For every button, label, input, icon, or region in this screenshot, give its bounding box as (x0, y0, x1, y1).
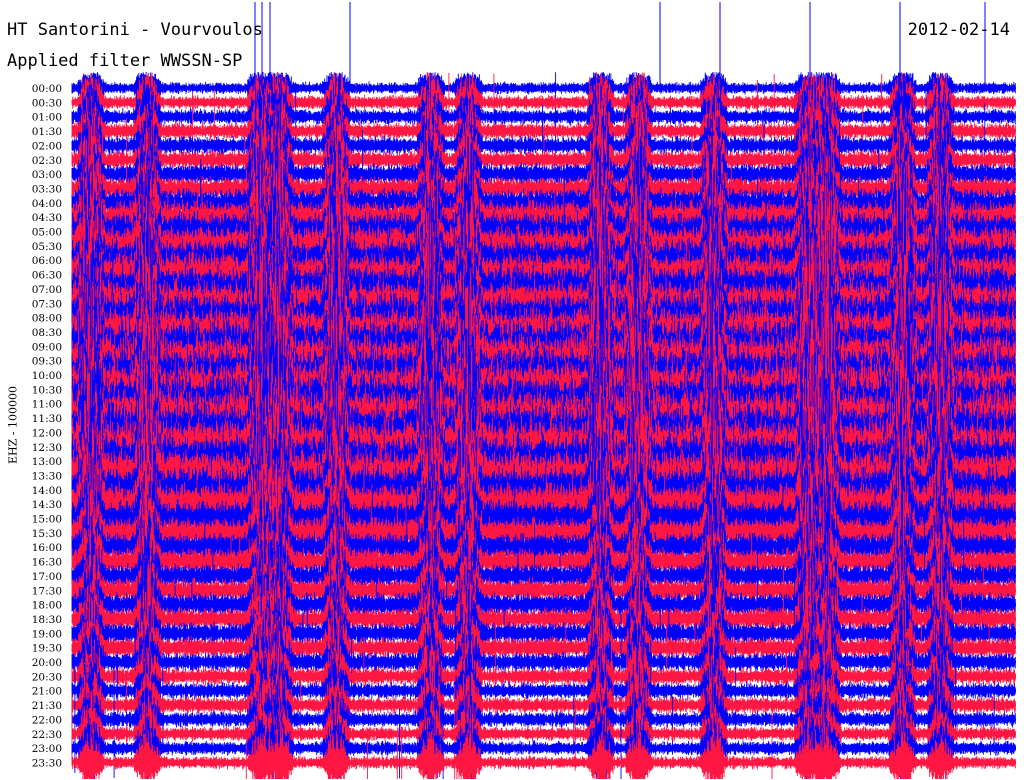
row-time-label: 15:00 (32, 514, 62, 526)
row-time-label: 02:00 (32, 140, 62, 152)
station-title: HT Santorini - Vourvoulos (7, 20, 263, 40)
row-time-label: 03:30 (32, 183, 62, 195)
channel-label: EHZ - 100000 (6, 386, 20, 464)
row-time-label: 02:30 (32, 155, 62, 167)
row-time-label: 14:30 (32, 499, 62, 511)
row-time-label: 00:00 (32, 83, 62, 95)
row-time-label: 23:00 (32, 743, 62, 755)
filter-label: Applied filter WWSSN-SP (7, 51, 243, 71)
row-time-label: 05:30 (32, 241, 62, 253)
row-time-label: 21:30 (32, 700, 62, 712)
row-time-label: 23:30 (32, 757, 62, 769)
row-time-label: 09:00 (32, 341, 62, 353)
row-time-label: 01:30 (32, 126, 62, 138)
row-time-label: 17:00 (32, 571, 62, 583)
date-label: 2012-02-14 (907, 20, 1010, 40)
row-time-label: 22:30 (32, 729, 62, 741)
row-time-label: 12:00 (32, 427, 62, 439)
row-time-label: 00:30 (32, 97, 62, 109)
row-time-label: 16:00 (32, 542, 62, 554)
row-time-label: 20:00 (32, 657, 62, 669)
row-time-label: 20:30 (32, 671, 62, 683)
row-time-label: 19:30 (32, 643, 62, 655)
row-time-label: 04:30 (32, 212, 62, 224)
row-time-label: 10:00 (32, 370, 62, 382)
row-time-label: 15:30 (32, 528, 62, 540)
row-time-label: 07:00 (32, 284, 62, 296)
row-time-label: 08:00 (32, 313, 62, 325)
row-time-label: 11:00 (32, 399, 62, 411)
row-time-label: 18:00 (32, 600, 62, 612)
row-time-label: 06:00 (32, 255, 62, 267)
row-time-label: 13:00 (32, 456, 62, 468)
row-time-label: 13:30 (32, 470, 62, 482)
row-time-label: 09:30 (32, 356, 62, 368)
helicorder-plot: 00:00 00:30 01:00 01:30 02:00 02:30 03:00 03:30… (32, 2, 1016, 779)
row-time-label: 03:00 (32, 169, 62, 181)
row-time-label: 22:00 (32, 714, 62, 726)
row-time-label: 10:30 (32, 384, 62, 396)
row-time-label: 04:00 (32, 198, 62, 210)
row-time-label: 01:00 (32, 112, 62, 124)
row-time-label: 17:30 (32, 585, 62, 597)
row-time-label: 06:30 (32, 270, 62, 282)
row-time-label: 14:00 (32, 485, 62, 497)
row-time-label: 07:30 (32, 298, 62, 310)
row-time-label: 21:00 (32, 686, 62, 698)
row-time-label: 19:00 (32, 628, 62, 640)
row-time-label: 12:30 (32, 442, 62, 454)
row-time-label: 08:30 (32, 327, 62, 339)
row-time-label: 18:30 (32, 614, 62, 626)
row-time-label: 11:30 (32, 413, 62, 425)
row-time-label: 16:30 (32, 557, 62, 569)
row-time-label: 05:00 (32, 227, 62, 239)
